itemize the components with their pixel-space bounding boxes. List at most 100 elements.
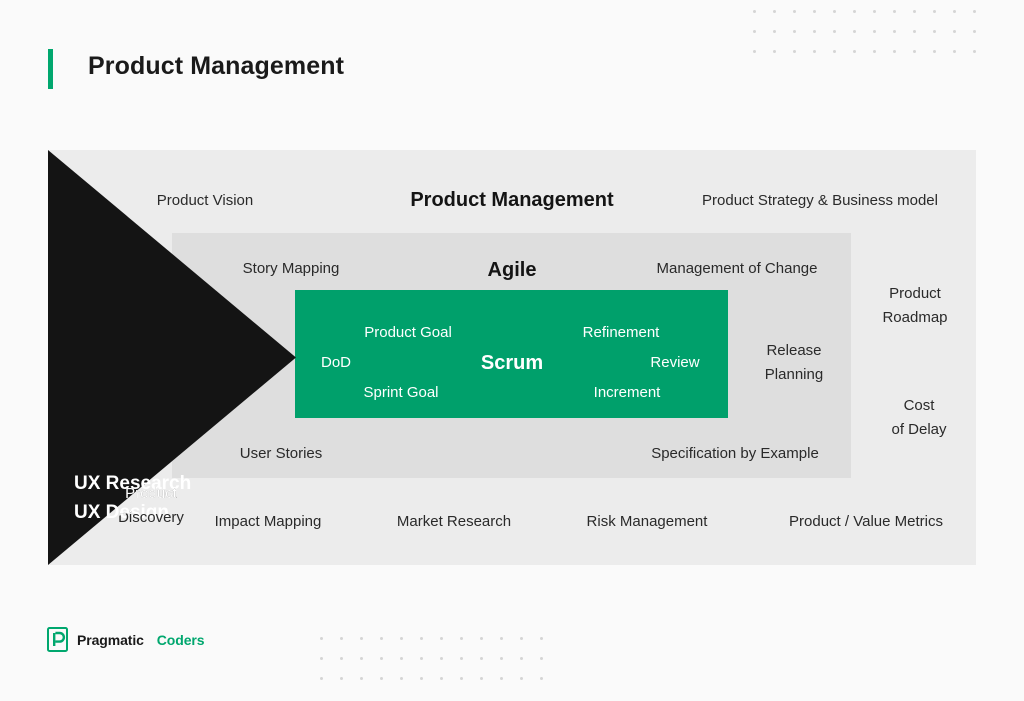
- dot: [540, 677, 543, 680]
- dot: [540, 637, 543, 640]
- dot: [340, 637, 343, 640]
- dot: [480, 657, 483, 660]
- label-cost-of-delay-line2: of Delay: [891, 421, 947, 438]
- dot: [913, 50, 916, 53]
- dot-grid-bottom-left: [320, 637, 560, 697]
- label-product-vision: Product Vision: [156, 192, 254, 209]
- dot: [753, 30, 756, 33]
- dot: [500, 637, 503, 640]
- label-specification-by-example: Specification by Example: [651, 445, 819, 462]
- label-product-goal: Product Goal: [364, 324, 452, 341]
- dot: [420, 657, 423, 660]
- dot: [520, 677, 523, 680]
- dot: [753, 10, 756, 13]
- dot: [480, 677, 483, 680]
- dot-row: [753, 10, 993, 30]
- dot: [873, 50, 876, 53]
- logo-word-pragmatic: Pragmatic: [77, 631, 144, 648]
- dot: [380, 637, 383, 640]
- dot: [753, 50, 756, 53]
- dot: [340, 677, 343, 680]
- label-market-research: Market Research: [396, 513, 512, 530]
- dot: [360, 657, 363, 660]
- product-management-diagram: UX Research UX Design Product Management…: [48, 150, 976, 565]
- dot: [873, 10, 876, 13]
- dot: [400, 637, 403, 640]
- label-product-roadmap-line2: Roadmap: [882, 309, 948, 326]
- dot-row: [320, 677, 560, 697]
- dot: [973, 30, 976, 33]
- dot: [420, 677, 423, 680]
- middle-heading-agile: Agile: [487, 259, 537, 281]
- dot: [460, 637, 463, 640]
- dot: [893, 30, 896, 33]
- label-risk-management: Risk Management: [586, 513, 708, 530]
- dot: [440, 637, 443, 640]
- dot: [933, 30, 936, 33]
- dot: [813, 10, 816, 13]
- dot: [833, 30, 836, 33]
- page-title: Product Management: [88, 52, 344, 80]
- dot: [520, 657, 523, 660]
- dot: [773, 10, 776, 13]
- dot: [520, 637, 523, 640]
- dot: [400, 677, 403, 680]
- dot: [400, 657, 403, 660]
- label-product-value-metrics: Product / Value Metrics: [789, 513, 943, 530]
- dot: [420, 637, 423, 640]
- dot: [360, 637, 363, 640]
- dot: [380, 657, 383, 660]
- dot: [500, 677, 503, 680]
- dot: [773, 50, 776, 53]
- label-cost-of-delay-line1: Cost: [903, 397, 935, 414]
- pragmatic-coders-logo: Pragmatic Coders: [47, 627, 205, 652]
- dot: [793, 50, 796, 53]
- pragmatic-coders-p-mark: [47, 627, 68, 652]
- label-sprint-goal: Sprint Goal: [363, 384, 439, 401]
- label-management-of-change: Management of Change: [656, 260, 818, 277]
- dot: [320, 637, 323, 640]
- dot: [793, 10, 796, 13]
- dot: [340, 657, 343, 660]
- label-refinement: Refinement: [582, 324, 660, 341]
- dot: [953, 30, 956, 33]
- label-story-mapping: Story Mapping: [242, 260, 340, 277]
- dot: [833, 10, 836, 13]
- dot: [813, 50, 816, 53]
- label-product-discovery: Product Discovery Product Discovery: [76, 482, 226, 538]
- label-dod: DoD: [320, 354, 352, 371]
- logo-word-coders: Coders: [156, 631, 205, 648]
- label-impact-mapping: Impact Mapping: [214, 513, 322, 530]
- dot: [853, 30, 856, 33]
- dot: [833, 50, 836, 53]
- dot: [973, 10, 976, 13]
- dot-grid-top-right: [753, 10, 993, 70]
- dot: [913, 30, 916, 33]
- dot: [320, 677, 323, 680]
- dot: [500, 657, 503, 660]
- dot: [460, 657, 463, 660]
- dot: [873, 30, 876, 33]
- label-review: Review: [650, 354, 700, 371]
- dot: [973, 50, 976, 53]
- outer-heading-product-management: Product Management: [410, 189, 614, 211]
- dot: [953, 10, 956, 13]
- label-user-stories: User Stories: [239, 445, 323, 462]
- dot: [320, 657, 323, 660]
- dot: [813, 30, 816, 33]
- label-increment: Increment: [593, 384, 661, 401]
- dot-row: [320, 637, 560, 657]
- dot-row: [320, 657, 560, 677]
- dot: [953, 50, 956, 53]
- dot: [460, 677, 463, 680]
- dot-row: [753, 30, 993, 50]
- dot: [360, 677, 363, 680]
- dot: [853, 10, 856, 13]
- dot: [933, 50, 936, 53]
- dot: [933, 10, 936, 13]
- dot: [893, 50, 896, 53]
- dot: [480, 637, 483, 640]
- dot: [853, 50, 856, 53]
- dot: [380, 677, 383, 680]
- label-release-planning-line2: Planning: [764, 366, 824, 383]
